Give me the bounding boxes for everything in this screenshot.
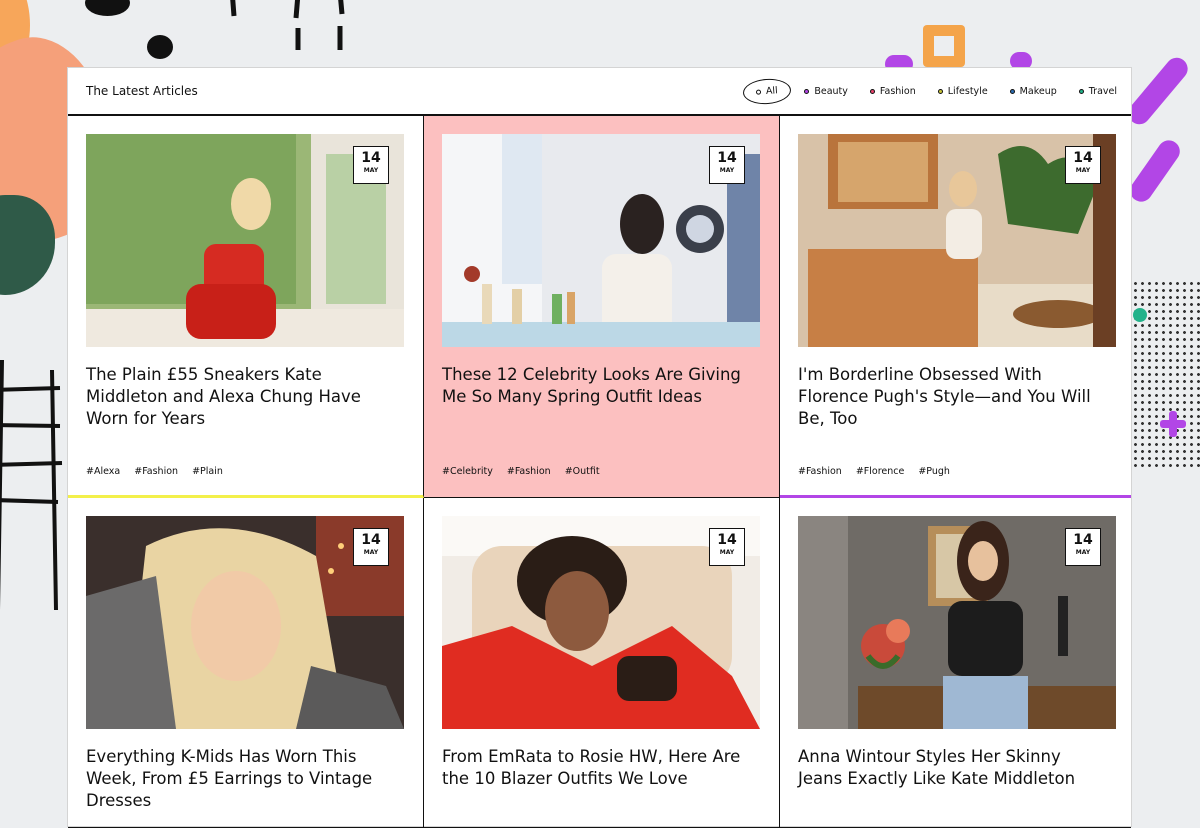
- article-title[interactable]: From EmRata to Rosie HW, Here Are the 10…: [442, 746, 761, 790]
- articles-panel: The Latest Articles All Beauty Fashion L…: [67, 67, 1132, 828]
- article-tags: #Fashion #Florence #Pugh: [798, 466, 950, 477]
- filter-dot-icon: [937, 88, 943, 94]
- date-badge: 14 MAY: [353, 146, 389, 184]
- article-image[interactable]: 14 MAY: [798, 134, 1116, 347]
- filter-label: Fashion: [879, 85, 916, 97]
- decor-purple-stroke: [1125, 136, 1185, 206]
- date-day: 14: [361, 532, 381, 548]
- decor-orange-square: [923, 25, 965, 67]
- section-title: The Latest Articles: [86, 84, 198, 98]
- date-badge: 14 MAY: [1065, 528, 1101, 566]
- date-day: 14: [717, 150, 737, 166]
- filter-label: Beauty: [814, 85, 848, 97]
- article-image[interactable]: 14 MAY: [86, 134, 404, 347]
- date-day: 14: [717, 532, 737, 548]
- filter-label: Makeup: [1019, 85, 1057, 97]
- tag-link[interactable]: #Pugh: [918, 466, 950, 477]
- date-badge: 14 MAY: [353, 528, 389, 566]
- date-badge: 14 MAY: [1065, 146, 1101, 184]
- article-title[interactable]: Everything K-Mids Has Worn This Week, Fr…: [86, 746, 405, 812]
- date-month: MAY: [719, 167, 735, 174]
- date-month: MAY: [363, 167, 379, 174]
- filter-dot-icon: [804, 88, 810, 94]
- article-card[interactable]: 14 MAY The Plain £55 Sneakers Kate Middle…: [68, 116, 424, 498]
- filter-label: All: [765, 84, 778, 97]
- filter-all[interactable]: All: [741, 76, 792, 106]
- article-card[interactable]: 14 MAY Everything K-Mids Has Worn This We…: [68, 498, 424, 828]
- filter-fashion[interactable]: Fashion: [869, 85, 916, 97]
- decor-purple-stroke: [1123, 53, 1193, 129]
- articles-grid: 14 MAY The Plain £55 Sneakers Kate Middle…: [68, 116, 1131, 828]
- date-badge: 14 MAY: [709, 528, 745, 566]
- tag-link[interactable]: #Celebrity: [442, 466, 493, 477]
- date-badge: 14 MAY: [709, 146, 745, 184]
- decor-black-blob: [85, 0, 130, 16]
- article-image[interactable]: 14 MAY: [442, 516, 760, 729]
- article-title[interactable]: These 12 Celebrity Looks Are Giving Me S…: [442, 364, 761, 408]
- article-card[interactable]: 14 MAY Anna Wintour Styles Her Skinny Jea…: [780, 498, 1131, 828]
- filter-dot-icon: [869, 88, 875, 94]
- date-day: 14: [361, 150, 381, 166]
- tag-link[interactable]: #Fashion: [134, 466, 178, 477]
- tag-link[interactable]: #Plain: [192, 466, 223, 477]
- article-image[interactable]: 14 MAY: [798, 516, 1116, 729]
- tag-link[interactable]: #Fashion: [798, 466, 842, 477]
- article-card[interactable]: 14 MAY From EmRata to Rosie HW, Here Are …: [424, 498, 780, 828]
- decor-ladder-left: [0, 360, 63, 610]
- filter-lifestyle[interactable]: Lifestyle: [937, 85, 988, 97]
- filter-dot-icon: [755, 88, 761, 95]
- decor-black-dot: [147, 35, 173, 59]
- article-title[interactable]: Anna Wintour Styles Her Skinny Jeans Exa…: [798, 746, 1113, 790]
- articles-header: The Latest Articles All Beauty Fashion L…: [68, 68, 1131, 116]
- date-month: MAY: [1075, 549, 1091, 556]
- filter-dot-icon: [1078, 88, 1084, 94]
- filter-travel[interactable]: Travel: [1078, 85, 1117, 97]
- article-image[interactable]: 14 MAY: [442, 134, 760, 347]
- decor-ladder-top: [230, 0, 345, 50]
- date-month: MAY: [719, 549, 735, 556]
- date-day: 14: [1073, 532, 1093, 548]
- article-tags: #Alexa #Fashion #Plain: [86, 466, 223, 477]
- decor-teal-dot: [1133, 308, 1147, 322]
- filter-makeup[interactable]: Makeup: [1009, 85, 1057, 97]
- date-month: MAY: [363, 549, 379, 556]
- tag-link[interactable]: #Fashion: [507, 466, 551, 477]
- filter-label: Travel: [1088, 85, 1117, 97]
- tag-link[interactable]: #Alexa: [86, 466, 120, 477]
- article-image[interactable]: 14 MAY: [86, 516, 404, 729]
- category-filters: All Beauty Fashion Lifestyle Makeup Trav…: [741, 76, 1117, 106]
- date-month: MAY: [1075, 167, 1091, 174]
- date-day: 14: [1073, 150, 1093, 166]
- article-card[interactable]: 14 MAY I'm Borderline Obsessed With Flore…: [780, 116, 1131, 498]
- filter-dot-icon: [1009, 88, 1015, 94]
- tag-link[interactable]: #Florence: [856, 466, 905, 477]
- article-title[interactable]: I'm Borderline Obsessed With Florence Pu…: [798, 364, 1113, 430]
- tag-link[interactable]: #Outfit: [565, 466, 600, 477]
- filter-label: Lifestyle: [947, 85, 988, 97]
- article-title[interactable]: The Plain £55 Sneakers Kate Middleton an…: [86, 364, 405, 430]
- filter-beauty[interactable]: Beauty: [804, 86, 848, 97]
- article-tags: #Celebrity #Fashion #Outfit: [442, 466, 600, 477]
- decor-plus-icon: [1160, 411, 1186, 437]
- article-card[interactable]: 14 MAY These 12 Celebrity Looks Are Givin…: [424, 116, 780, 498]
